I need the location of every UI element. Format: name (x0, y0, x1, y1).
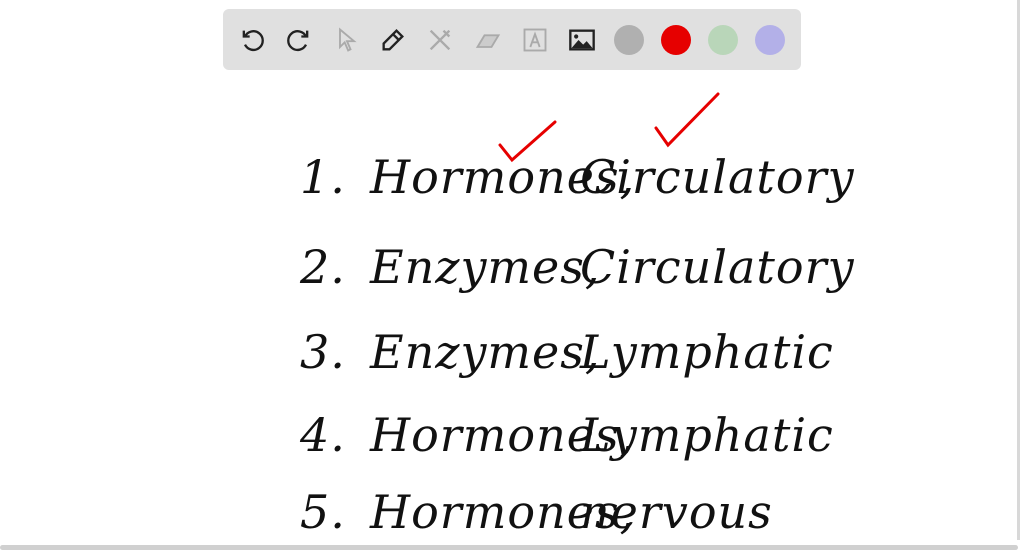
line-number: 5. (300, 485, 346, 539)
answer-line-5: 5. Hormones,nervous (300, 485, 773, 539)
system: Circulatory (580, 240, 855, 294)
substance: Enzymes, (370, 240, 601, 294)
line-number: 1. (300, 150, 346, 204)
answer-line-4: 4. Hormones,Lymphatic (300, 408, 834, 462)
horizontal-scrollbar[interactable] (0, 545, 1018, 550)
system: Circulatory (580, 150, 855, 204)
system: Lymphatic (580, 325, 834, 379)
system: Lymphatic (580, 408, 834, 462)
substance: Hormones, (370, 408, 636, 462)
checkmark-circulatory (654, 92, 720, 148)
substance: Hormones, (370, 485, 636, 539)
system: nervous (580, 485, 773, 539)
line-number: 2. (300, 240, 346, 294)
line-number: 3. (300, 325, 346, 379)
line-number: 4. (300, 408, 346, 462)
answer-line-3: 3. Enzymes,Lymphatic (300, 325, 834, 379)
substance: Hormones, (370, 150, 636, 204)
substance: Enzymes, (370, 325, 601, 379)
answer-line-1: 1. Hormones,Circulatory (300, 150, 855, 204)
vertical-scrollbar[interactable] (1017, 0, 1020, 540)
answer-line-2: 2. Enzymes,Circulatory (300, 240, 855, 294)
